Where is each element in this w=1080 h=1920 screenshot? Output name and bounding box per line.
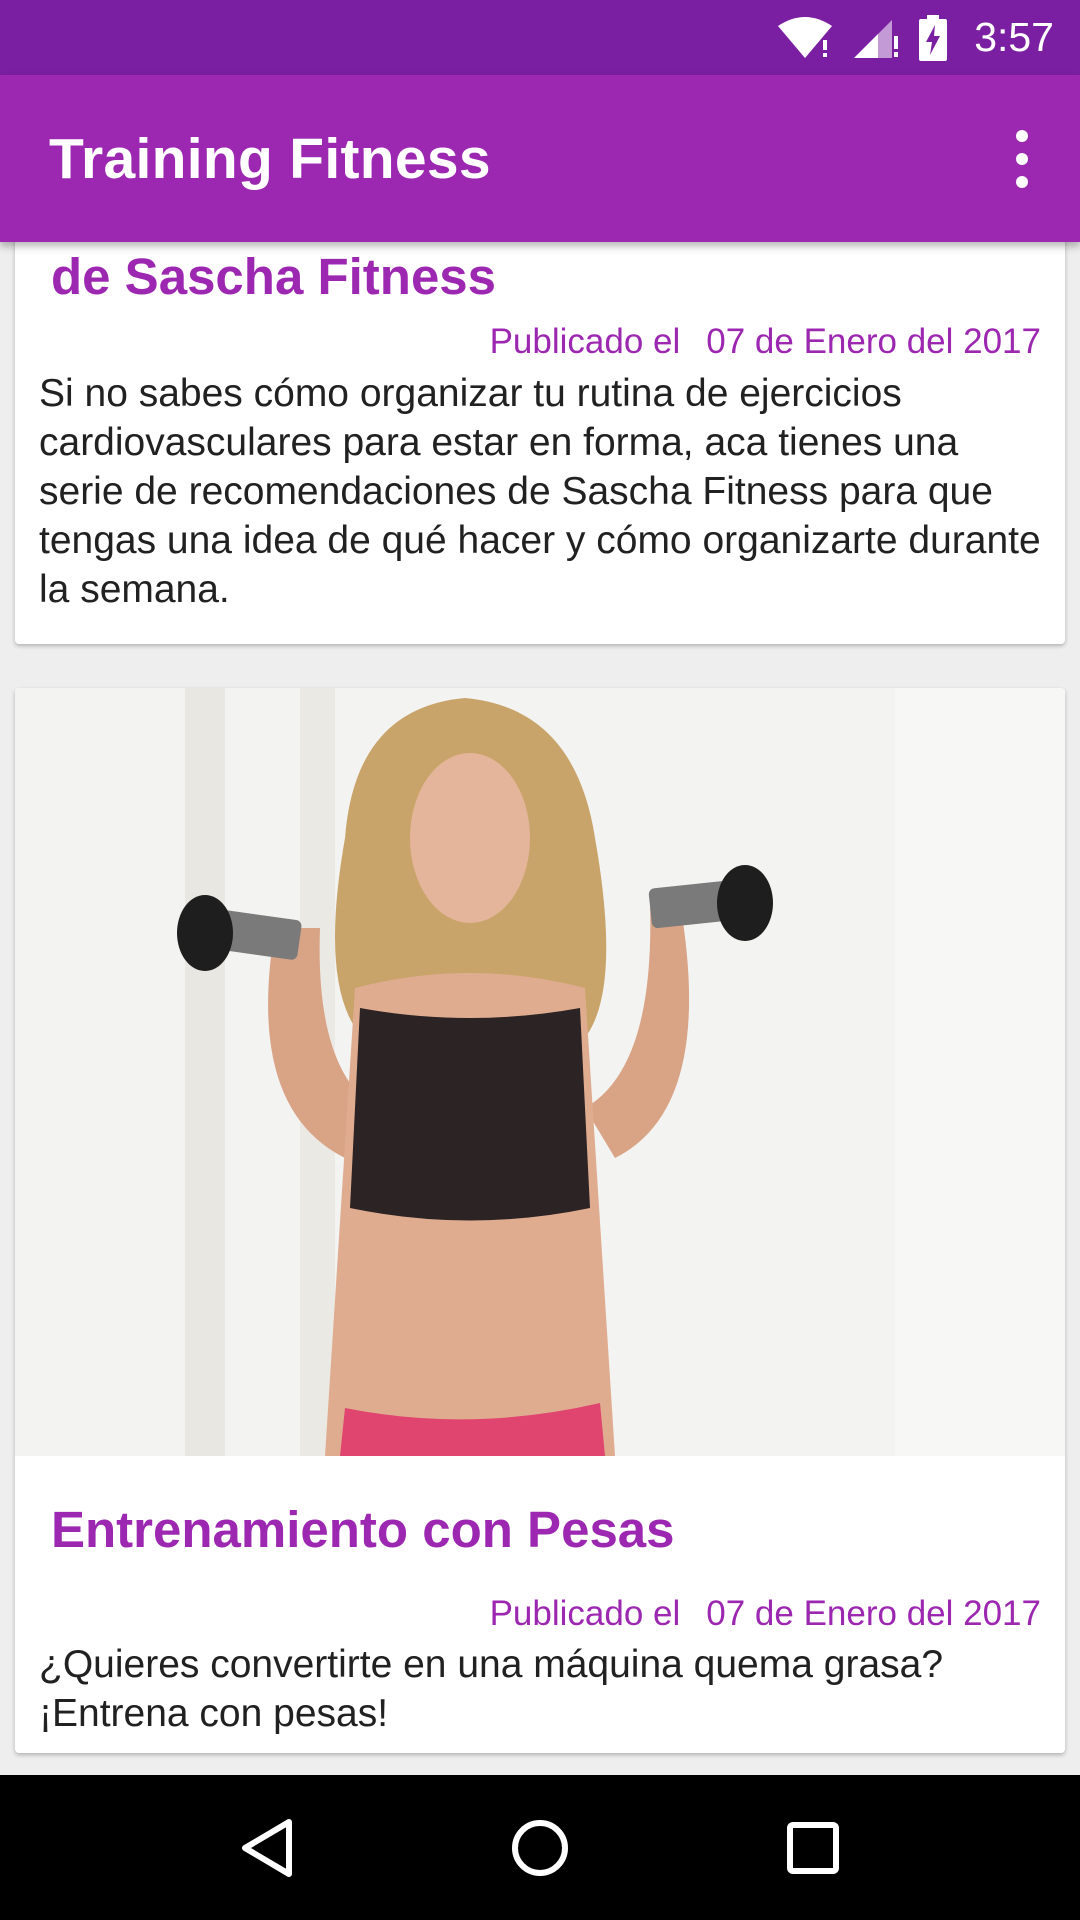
home-icon (511, 1819, 568, 1876)
status-time: 3:57 (974, 14, 1054, 60)
status-bar: 3:57 (0, 0, 1080, 75)
article-date-row: Publicado el 07 de Enero del 2017 (490, 1594, 1041, 1634)
article-summary: ¿Quieres convertirte en una máquina quem… (39, 1643, 944, 1735)
battery-charging-icon (918, 14, 948, 61)
back-button[interactable] (212, 1793, 322, 1903)
published-label: Publicado el (489, 322, 681, 361)
recents-button[interactable] (758, 1793, 868, 1903)
published-date: 07 de Enero del 2017 (706, 322, 1041, 361)
back-icon (241, 1818, 292, 1877)
article-summary: Si no sabes cómo organizar tu rutina de … (39, 372, 1041, 611)
cell-signal-icon (852, 16, 900, 60)
app-title: Training Fitness (49, 126, 491, 191)
published-date: 07 de Enero del 2017 (706, 1594, 1041, 1633)
app-bar: Training Fitness (0, 75, 1080, 242)
home-button[interactable] (485, 1793, 595, 1903)
overflow-menu-button[interactable] (1000, 114, 1044, 204)
wifi-icon (776, 16, 834, 60)
published-label: Publicado el (489, 1594, 681, 1633)
article-image (15, 688, 1065, 1456)
article-list[interactable]: de Sascha Fitness Publicado el 07 de Ene… (0, 242, 1080, 1775)
recents-icon (787, 1821, 840, 1874)
article-title: Entrenamiento con Pesas (51, 1501, 675, 1558)
article-title: de Sascha Fitness (51, 248, 497, 305)
more-vert-icon (1016, 129, 1028, 142)
article-card[interactable]: de Sascha Fitness Publicado el 07 de Ene… (15, 242, 1065, 644)
article-date-row: Publicado el 07 de Enero del 2017 (490, 322, 1041, 362)
article-card[interactable]: Entrenamiento con Pesas Publicado el 07 … (15, 688, 1065, 1753)
navigation-bar (0, 1775, 1080, 1920)
